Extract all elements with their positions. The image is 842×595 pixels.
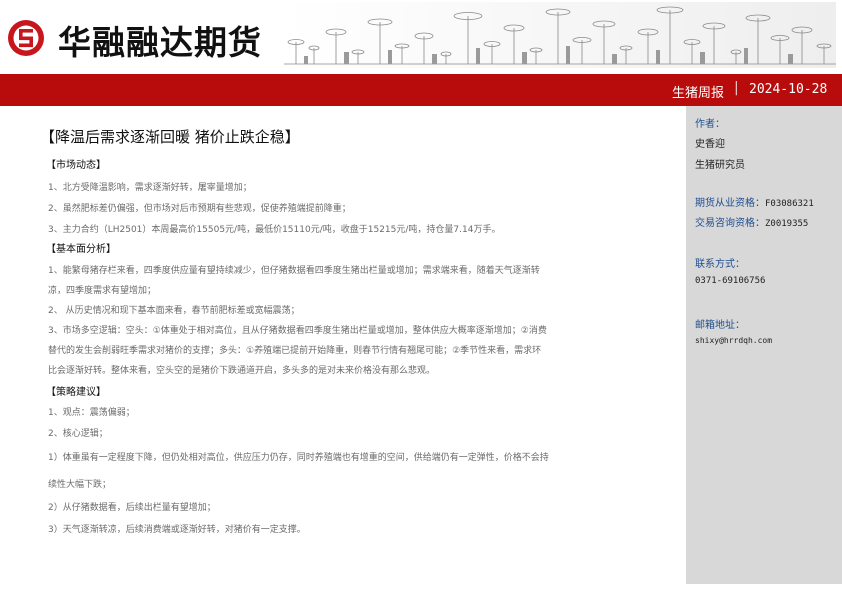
futures-qualification-label: 期货从业资格： bbox=[695, 198, 765, 209]
report-header: 华融融达期货 bbox=[0, 0, 842, 70]
futures-qualification-value: F03086321 bbox=[765, 199, 814, 209]
body-line: 替代的发生会削弱旺季需求对猪价的支撑；多头：①养殖端已提前开始降重，则春节行情有… bbox=[48, 346, 542, 356]
section-heading-fundamentals: 【基本面分析】 bbox=[46, 244, 116, 255]
email-label: 邮箱地址： bbox=[695, 320, 745, 331]
body-line: 续性大幅下跌； bbox=[48, 480, 112, 490]
consult-qualification: 交易咨询资格：Z0019355 bbox=[695, 214, 808, 229]
section-heading-strategy: 【策略建议】 bbox=[46, 387, 106, 398]
body-line: 2、 从历史情况和现下基本面来看，春节前肥标差或宽幅震荡； bbox=[48, 306, 300, 316]
consult-qualification-value: Z0019355 bbox=[765, 219, 809, 229]
contact-label: 联系方式： bbox=[695, 259, 745, 270]
section-heading-market: 【市场动态】 bbox=[46, 160, 106, 171]
body-line: 凉，四季度需求有望增加； bbox=[48, 286, 157, 296]
author-label: 作者： bbox=[695, 119, 725, 130]
report-date: 2024-10-28 bbox=[749, 82, 828, 97]
author-sidebar bbox=[686, 106, 842, 584]
body-line: 2）从仔猪数据看，后续出栏量有望增加； bbox=[48, 503, 216, 513]
body-line: 1、观点：震荡偏弱； bbox=[48, 408, 135, 418]
header-separator: | bbox=[734, 80, 739, 96]
body-line: 3、市场多空逻辑：空头：①体重处于相对高位，且从仔猪数据看四季度生猪出栏量或增加… bbox=[48, 326, 547, 336]
author-title: 生猪研究员 bbox=[695, 160, 745, 171]
email-address[interactable]: shixy@hrrdqh.com bbox=[695, 336, 772, 345]
body-line: 1）体重虽有一定程度下降，但仍处相对高位，供应压力仍存，同时养殖端也有增重的空间… bbox=[48, 453, 549, 463]
body-line: 2、核心逻辑； bbox=[48, 429, 108, 439]
body-line: 比会逐渐好转。整体来看，空头空的是猪价下跌通道开启，多头多的是对未来价格没有那么… bbox=[48, 366, 436, 376]
futures-qualification: 期货从业资格：F03086321 bbox=[695, 194, 814, 209]
city-skyline-banner bbox=[284, 2, 836, 68]
body-line: 2、虽然肥标差仍偏强，但市场对后市预期有些悲观，促使养殖端提前降重； bbox=[48, 204, 351, 214]
company-name: 华融融达期货 bbox=[58, 23, 262, 62]
body-line: 1、能繁母猪存栏来看，四季度供应量有望持续减少，但仔猪数据看四季度生猪出栏量或增… bbox=[48, 266, 540, 276]
company-logo-icon bbox=[8, 20, 44, 56]
consult-qualification-label: 交易咨询资格： bbox=[695, 218, 765, 229]
author-name: 史香迎 bbox=[695, 139, 725, 150]
contact-phone: 0371-69106756 bbox=[695, 276, 766, 286]
report-title: 【降温后需求逐渐回暖 猪价止跌企稳】 bbox=[40, 128, 300, 146]
report-type-label: 生猪周报 bbox=[671, 86, 724, 101]
body-line: 3、主力合约（LH2501）本周最高价15505元/吨，最低价15110元/吨，… bbox=[48, 225, 501, 235]
body-line: 1、北方受降温影响，需求逐渐好转，屠宰量增加； bbox=[48, 183, 252, 193]
body-line: 3）天气逐渐转凉，后续消费端或逐渐好转，对猪价有一定支撑。 bbox=[48, 525, 306, 535]
